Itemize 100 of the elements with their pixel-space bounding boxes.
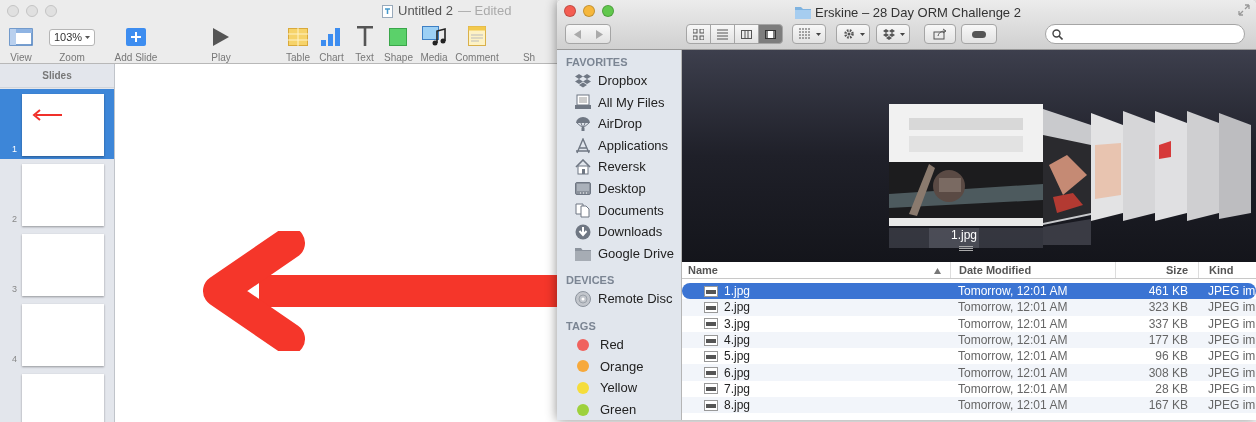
toolbar-button[interactable]: Play — [211, 22, 231, 65]
file-name[interactable]: 6.jpg — [724, 363, 751, 382]
file-name[interactable]: 3.jpg — [724, 314, 751, 333]
slide-thumbnail[interactable] — [22, 94, 104, 156]
table-cell-text: JPEG im — [1208, 283, 1256, 301]
column-header[interactable]: Date Modified — [950, 262, 1115, 278]
sidebar-item[interactable]: Desktop — [557, 177, 681, 200]
scroll-handle-icon[interactable] — [959, 246, 973, 251]
text-icon — [355, 26, 374, 46]
dropbox-dropdown[interactable] — [876, 24, 910, 44]
slide-thumbnail[interactable] — [22, 234, 104, 296]
sidebar-item[interactable]: Google Drive — [557, 242, 681, 265]
window-title: Erskine – 28 Day ORM Challenge 2 — [815, 4, 1021, 22]
document-icon — [382, 4, 393, 18]
shape-icon — [389, 28, 408, 46]
columns-view-icon — [741, 28, 752, 40]
add-icon — [125, 28, 147, 46]
file-thumbnail-icon — [704, 399, 718, 411]
toolbar-button[interactable]: Media — [420, 22, 448, 65]
toolbar-button[interactable]: Table — [286, 22, 310, 65]
search-field[interactable] — [1045, 24, 1245, 44]
table-cell-text: Tomorrow, 12:01 AM — [958, 380, 1068, 398]
file-row[interactable]: 1.jpg Tomorrow, 12:01 AM 461 KB JPEG im — [682, 283, 1256, 300]
toolbar-button[interactable]: Chart — [319, 22, 344, 65]
action-dropdown[interactable] — [836, 24, 870, 44]
column-header[interactable]: Size — [1115, 262, 1198, 278]
toolbar-button[interactable]: View — [9, 22, 33, 65]
sidebar-item[interactable]: Documents — [557, 199, 681, 222]
sidebar-item[interactable]: AirDrop — [557, 113, 681, 135]
folder-icon — [575, 245, 591, 262]
file-caption: 1.jpg — [951, 227, 978, 244]
tag-button[interactable] — [961, 24, 997, 44]
documents-icon — [575, 202, 591, 219]
file-row[interactable]: 8.jpg Tomorrow, 12:01 AM 167 KB JPEG im — [682, 397, 1256, 414]
share-button[interactable] — [924, 24, 956, 44]
sidebar-item[interactable]: Dropbox — [557, 70, 681, 92]
file-name[interactable]: 1.jpg — [724, 282, 751, 301]
icons-view-icon — [693, 28, 704, 40]
sidebar-item[interactable]: Reversk — [557, 156, 681, 178]
caret-icon — [859, 32, 865, 36]
table-cell-text: 323 KB — [1148, 299, 1188, 317]
coverflow-view-icon — [765, 28, 776, 40]
edited-label: — Edited — [457, 2, 512, 21]
zoom-dropdown[interactable]: 103% — [49, 29, 95, 46]
sidebar-item[interactable]: Yellow — [557, 377, 681, 399]
window-control[interactable] — [602, 5, 614, 17]
fullscreen-icon[interactable] — [1238, 4, 1250, 16]
back-forward-button[interactable] — [565, 24, 611, 44]
grid-icon — [797, 28, 812, 40]
slide-number: 1 — [11, 142, 18, 156]
section-heading: TAGS — [565, 318, 597, 334]
file-thumbnail-icon — [704, 301, 718, 313]
column-header[interactable]: Kind — [1198, 262, 1256, 278]
sidebar-item[interactable]: Orange — [557, 355, 681, 378]
table-cell-text: 28 KB — [1155, 380, 1188, 398]
table-cell-text: 308 KB — [1148, 364, 1188, 382]
sidebar-item[interactable]: All My Files — [557, 91, 681, 114]
file-name[interactable]: 7.jpg — [724, 379, 751, 398]
slide-thumbnail[interactable] — [22, 304, 104, 366]
download-icon — [575, 223, 591, 240]
slide-list-item[interactable]: 1 — [0, 89, 114, 159]
sidebar-item[interactable]: Downloads — [557, 221, 681, 243]
chart-icon — [320, 28, 343, 46]
dropbox-icon — [575, 72, 591, 89]
sidebar-item[interactable]: Applications — [557, 134, 681, 157]
table-cell-text: Tomorrow, 12:01 AM — [958, 332, 1068, 350]
sidebar-item[interactable]: Remote Disc — [557, 288, 681, 310]
slide-number: 4 — [11, 352, 18, 366]
view-mode-button[interactable] — [758, 24, 783, 44]
window-control[interactable] — [564, 5, 576, 17]
file-name[interactable]: 8.jpg — [724, 396, 751, 415]
toolbar-button[interactable]: Add Slide — [114, 22, 158, 65]
share-icon — [933, 28, 947, 40]
view-icon — [9, 28, 33, 46]
list-view-icon — [717, 28, 728, 40]
window-control[interactable] — [583, 5, 595, 17]
column-header[interactable]: Name — [682, 262, 950, 278]
computer-icon — [575, 94, 591, 111]
arrow-icon — [32, 109, 62, 121]
window-title: Untitled 2 — [398, 2, 453, 21]
file-name[interactable]: 2.jpg — [724, 298, 751, 317]
file-thumbnail-icon — [704, 318, 718, 330]
toolbar-button[interactable]: Shape — [384, 22, 413, 65]
slide-thumbnail[interactable] — [22, 164, 104, 226]
file-row[interactable]: 6.jpg Tomorrow, 12:01 AM 308 KB JPEG im — [682, 364, 1256, 381]
sidebar-item[interactable]: Green — [557, 398, 681, 420]
sidebar-item[interactable]: Red — [557, 333, 681, 356]
file-name[interactable]: 4.jpg — [724, 331, 751, 350]
monitor-icon — [575, 180, 591, 197]
slide-number: 3 — [11, 282, 18, 296]
file-row[interactable]: 2.jpg Tomorrow, 12:01 AM 323 KB JPEG im — [682, 299, 1256, 316]
file-thumbnail-icon — [704, 334, 718, 346]
slide-thumbnail[interactable] — [22, 374, 104, 422]
caret-icon — [815, 32, 821, 36]
view-mode-button[interactable] — [734, 24, 759, 44]
file-name[interactable]: 5.jpg — [724, 347, 751, 366]
arrange-dropdown[interactable] — [792, 24, 826, 44]
pill-icon — [972, 28, 986, 40]
section-heading: FAVORITES — [565, 54, 629, 70]
apps-icon — [575, 137, 591, 154]
